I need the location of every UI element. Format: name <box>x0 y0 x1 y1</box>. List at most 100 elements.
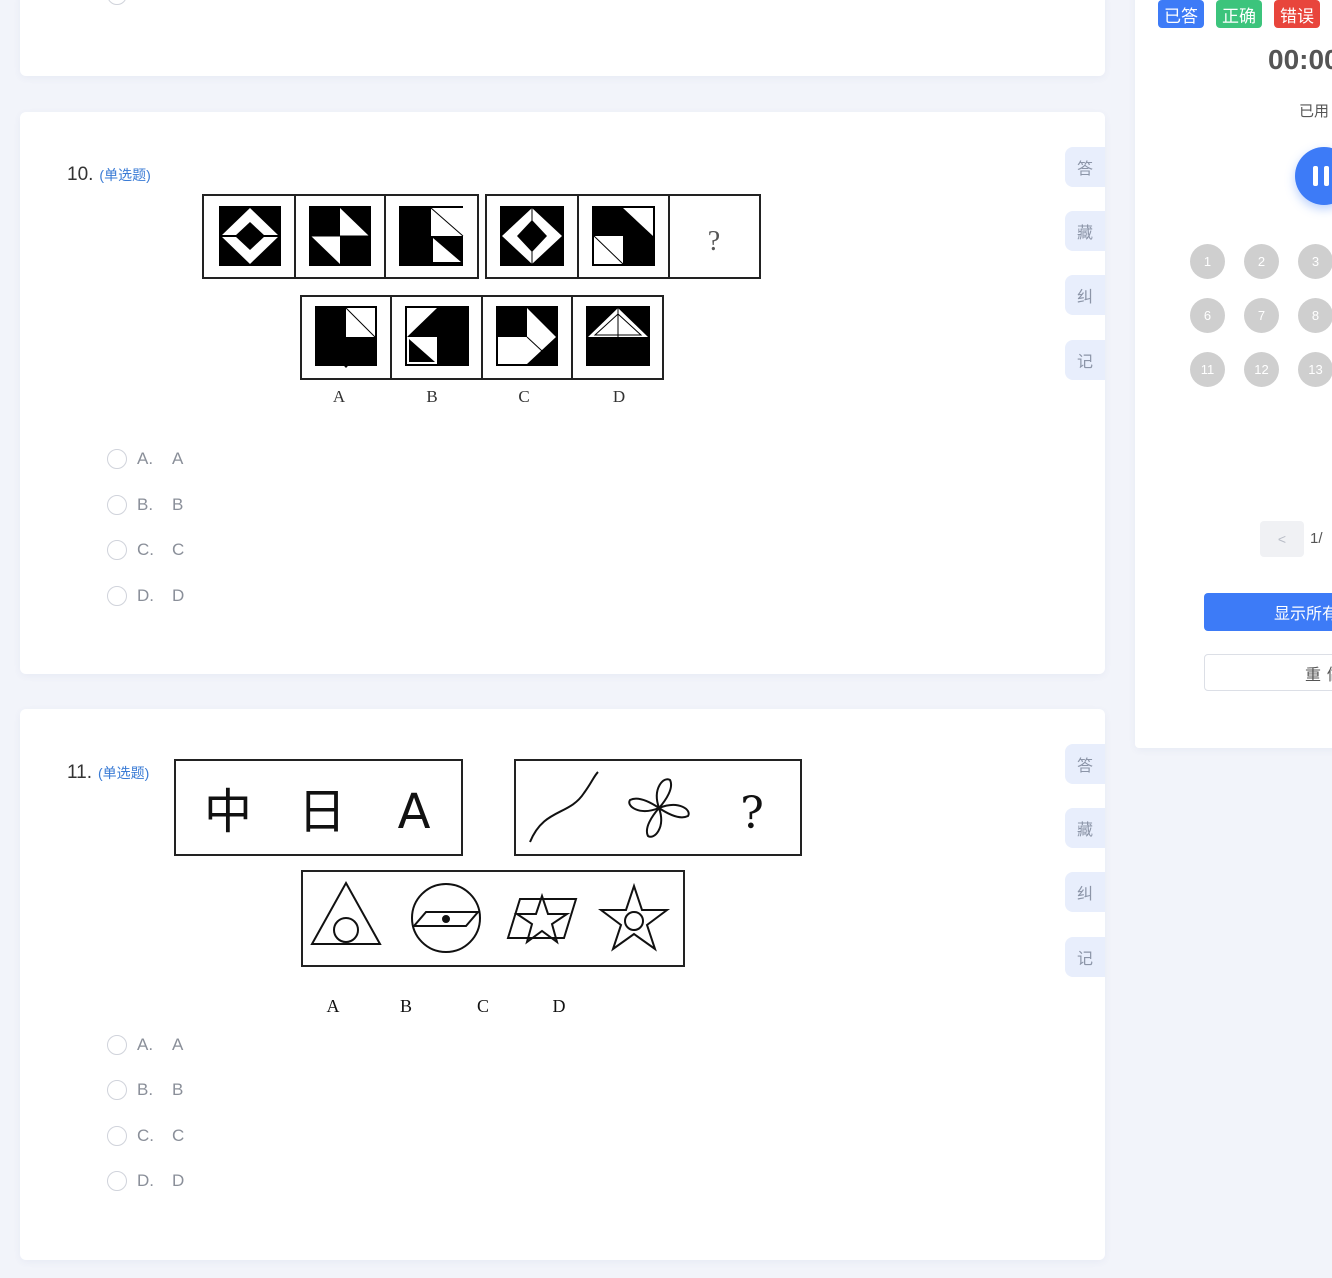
figure-symbol: 中 <box>204 784 252 840</box>
answer-label: D <box>613 387 625 406</box>
answer-label: B <box>400 996 412 1016</box>
question-number: 10. <box>67 164 94 185</box>
question-mark: ? <box>740 788 764 839</box>
option-key: B. <box>137 495 154 514</box>
option-row-d[interactable]: D. D <box>107 0 184 7</box>
option-key: A. <box>137 1035 154 1054</box>
question-card-9: D. D <box>20 0 1105 76</box>
question-nav-item[interactable]: 11 <box>1190 352 1225 387</box>
show-all-button[interactable]: 显示所有 <box>1204 593 1332 631</box>
option-key: D. <box>137 0 172 5</box>
question-nav-item[interactable]: 2 <box>1244 244 1279 279</box>
answer-cell-c <box>496 306 558 366</box>
answer-cell-b <box>405 306 469 366</box>
radio-button[interactable] <box>107 495 127 515</box>
question-nav-item[interactable]: 12 <box>1244 352 1279 387</box>
answer-parallelogram-star <box>506 892 578 945</box>
option-row-d[interactable]: D. D <box>107 1169 184 1193</box>
question-mark: ? <box>708 226 720 257</box>
legend-answered: 已答 <box>1158 0 1204 28</box>
option-row-c[interactable]: C. C <box>107 1124 184 1148</box>
legend-correct: 正确 <box>1216 0 1262 28</box>
answer-star-circle <box>598 882 670 952</box>
question-number: 11. <box>67 762 93 783</box>
answer-button[interactable]: 答 <box>1065 147 1105 187</box>
question-card-10: 10. (单选题) ? A B C D A. A B. B C. C D. D … <box>20 112 1105 674</box>
question-figure: 中 日 A ? A B C D <box>174 758 806 1020</box>
radio-button[interactable] <box>107 449 127 469</box>
radio-button[interactable] <box>107 1171 127 1191</box>
curve-shape <box>529 771 599 843</box>
option-row-d[interactable]: D. D <box>107 584 184 608</box>
note-button[interactable]: 记 <box>1065 937 1105 977</box>
figure-cell <box>219 206 281 266</box>
status-legend: 已答 正确 错误 <box>1158 0 1332 28</box>
question-nav-item[interactable]: 13 <box>1298 352 1332 387</box>
option-value: B <box>172 1080 184 1099</box>
question-type: (单选题) <box>98 765 150 781</box>
option-row-a[interactable]: A. A <box>107 1033 183 1057</box>
option-key: C. <box>137 540 154 559</box>
option-value: B <box>172 495 184 514</box>
option-value: D <box>172 586 185 605</box>
radio-button[interactable] <box>107 1126 127 1146</box>
option-row-b[interactable]: B. B <box>107 1078 183 1102</box>
question-header: 11. (单选题) <box>67 762 149 784</box>
option-value: C <box>172 1126 185 1145</box>
question-nav-item[interactable]: 3 <box>1298 244 1332 279</box>
option-value: A <box>172 1035 184 1054</box>
pause-icon <box>1313 166 1318 186</box>
answer-cell-a <box>315 306 377 368</box>
answer-button[interactable]: 答 <box>1065 744 1105 784</box>
page-indicator: 1/ <box>1310 530 1323 547</box>
option-key: B. <box>137 1080 154 1099</box>
option-value: A <box>172 449 184 468</box>
answer-label: C <box>477 996 489 1016</box>
legend-wrong: 错误 <box>1274 0 1320 28</box>
time-used-label: 已用 <box>1299 103 1330 120</box>
answer-label: A <box>333 387 346 406</box>
option-row-c[interactable]: C. C <box>107 538 184 562</box>
prev-page-button[interactable]: < <box>1260 521 1304 557</box>
figure-cell <box>309 206 371 266</box>
radio-button[interactable] <box>107 0 127 5</box>
note-button[interactable]: 记 <box>1065 340 1105 380</box>
favorite-button[interactable]: 藏 <box>1065 211 1105 251</box>
question-figure: ? A B C D <box>201 192 763 414</box>
redo-button[interactable]: 重做 <box>1204 654 1332 691</box>
pause-icon <box>1324 166 1329 186</box>
answer-sheet-panel: 已答 正确 错误 00:00 已用 1 2 3 6 7 8 11 12 13 <… <box>1135 0 1332 748</box>
timer: 00:00 <box>1268 44 1332 75</box>
radio-button[interactable] <box>107 1035 127 1055</box>
radio-button[interactable] <box>107 1080 127 1100</box>
option-row-b[interactable]: B. B <box>107 493 183 517</box>
answer-label: B <box>426 387 437 406</box>
answer-label: C <box>518 387 529 406</box>
option-value: D <box>172 1171 185 1190</box>
radio-button[interactable] <box>107 586 127 606</box>
figure-symbol: 日 <box>298 784 346 840</box>
pinwheel-shape <box>628 778 690 838</box>
question-type: (单选题) <box>99 167 151 183</box>
option-key: A. <box>137 449 154 468</box>
figure-cell <box>592 206 655 266</box>
option-key: D. <box>137 586 154 605</box>
question-nav-item[interactable]: 6 <box>1190 298 1225 333</box>
option-row-a[interactable]: A. A <box>107 447 183 471</box>
question-nav-item[interactable]: 1 <box>1190 244 1225 279</box>
question-nav-item[interactable]: 7 <box>1244 298 1279 333</box>
favorite-button[interactable]: 藏 <box>1065 808 1105 848</box>
report-error-button[interactable]: 纠 <box>1065 275 1105 315</box>
answer-label: D <box>553 996 566 1016</box>
question-nav-item[interactable]: 8 <box>1298 298 1332 333</box>
question-header: 10. (单选题) <box>67 164 151 186</box>
question-card-11: 11. (单选题) 中 日 A ? A B C D A. A B. B C. C… <box>20 709 1105 1260</box>
answer-label: A <box>327 996 340 1016</box>
radio-button[interactable] <box>107 540 127 560</box>
answer-circle-parallelogram <box>411 883 481 953</box>
option-key: C. <box>137 1126 154 1145</box>
figure-cell <box>500 206 564 266</box>
pause-button[interactable] <box>1295 147 1332 205</box>
report-error-button[interactable]: 纠 <box>1065 872 1105 912</box>
option-value: D <box>172 0 184 5</box>
